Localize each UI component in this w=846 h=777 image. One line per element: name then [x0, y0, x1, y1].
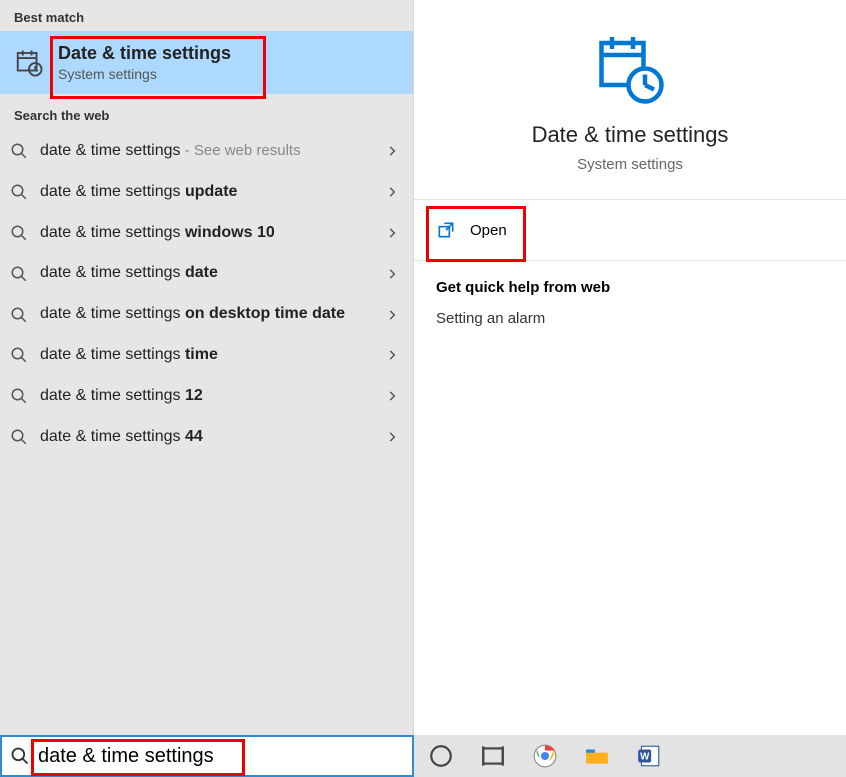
taskbar-search[interactable]	[0, 735, 414, 777]
taskbar: W	[0, 735, 846, 777]
web-result-text: date & time settings - See web results	[40, 141, 373, 162]
web-result-text: date & time settings on desktop time dat…	[40, 304, 373, 325]
web-result-item[interactable]: date & time settings 12	[0, 376, 413, 417]
web-result-text: date & time settings date	[40, 263, 373, 284]
best-match-header: Best match	[0, 0, 413, 31]
quick-help-link[interactable]: Setting an alarm	[436, 310, 824, 327]
best-match-subtitle: System settings	[58, 66, 231, 82]
open-button[interactable]: Open	[414, 200, 846, 261]
web-result-item[interactable]: date & time settings on desktop time dat…	[0, 294, 413, 335]
svg-text:W: W	[640, 751, 650, 762]
word-icon[interactable]: W	[636, 743, 662, 769]
cortana-icon[interactable]	[428, 743, 454, 769]
web-result-text: date & time settings time	[40, 345, 373, 366]
web-result-text: date & time settings 44	[40, 427, 373, 448]
search-results-panel: Best match Date & time settings System s…	[0, 0, 414, 735]
web-result-item[interactable]: date & time settings time	[0, 335, 413, 376]
open-icon	[436, 220, 456, 240]
web-result-item[interactable]: date & time settings update	[0, 172, 413, 213]
preview-title: Date & time settings	[434, 122, 826, 148]
web-result-item[interactable]: date & time settings 44	[0, 417, 413, 458]
web-results-list: date & time settings - See web results da…	[0, 129, 413, 457]
file-explorer-icon[interactable]	[584, 743, 610, 769]
web-result-item[interactable]: date & time settings windows 10	[0, 213, 413, 254]
best-match-item[interactable]: Date & time settings System settings	[0, 31, 413, 94]
open-label: Open	[470, 222, 507, 239]
best-match-title: Date & time settings	[58, 43, 231, 64]
quick-help-header: Get quick help from web	[436, 279, 824, 296]
web-result-item[interactable]: date & time settings date	[0, 253, 413, 294]
web-result-text: date & time settings 12	[40, 386, 373, 407]
preview-panel: Date & time settings System settings Ope…	[414, 0, 846, 735]
task-view-icon[interactable]	[480, 743, 506, 769]
web-result-item[interactable]: date & time settings - See web results	[0, 131, 413, 172]
web-result-text: date & time settings update	[40, 182, 373, 203]
chrome-icon[interactable]	[532, 743, 558, 769]
search-input[interactable]	[38, 745, 338, 768]
web-result-text: date & time settings windows 10	[40, 223, 373, 244]
search-icon	[10, 746, 30, 766]
calendar-clock-icon	[594, 34, 666, 106]
search-web-header: Search the web	[0, 94, 413, 129]
preview-subtitle: System settings	[434, 156, 826, 173]
calendar-clock-icon	[14, 48, 44, 78]
